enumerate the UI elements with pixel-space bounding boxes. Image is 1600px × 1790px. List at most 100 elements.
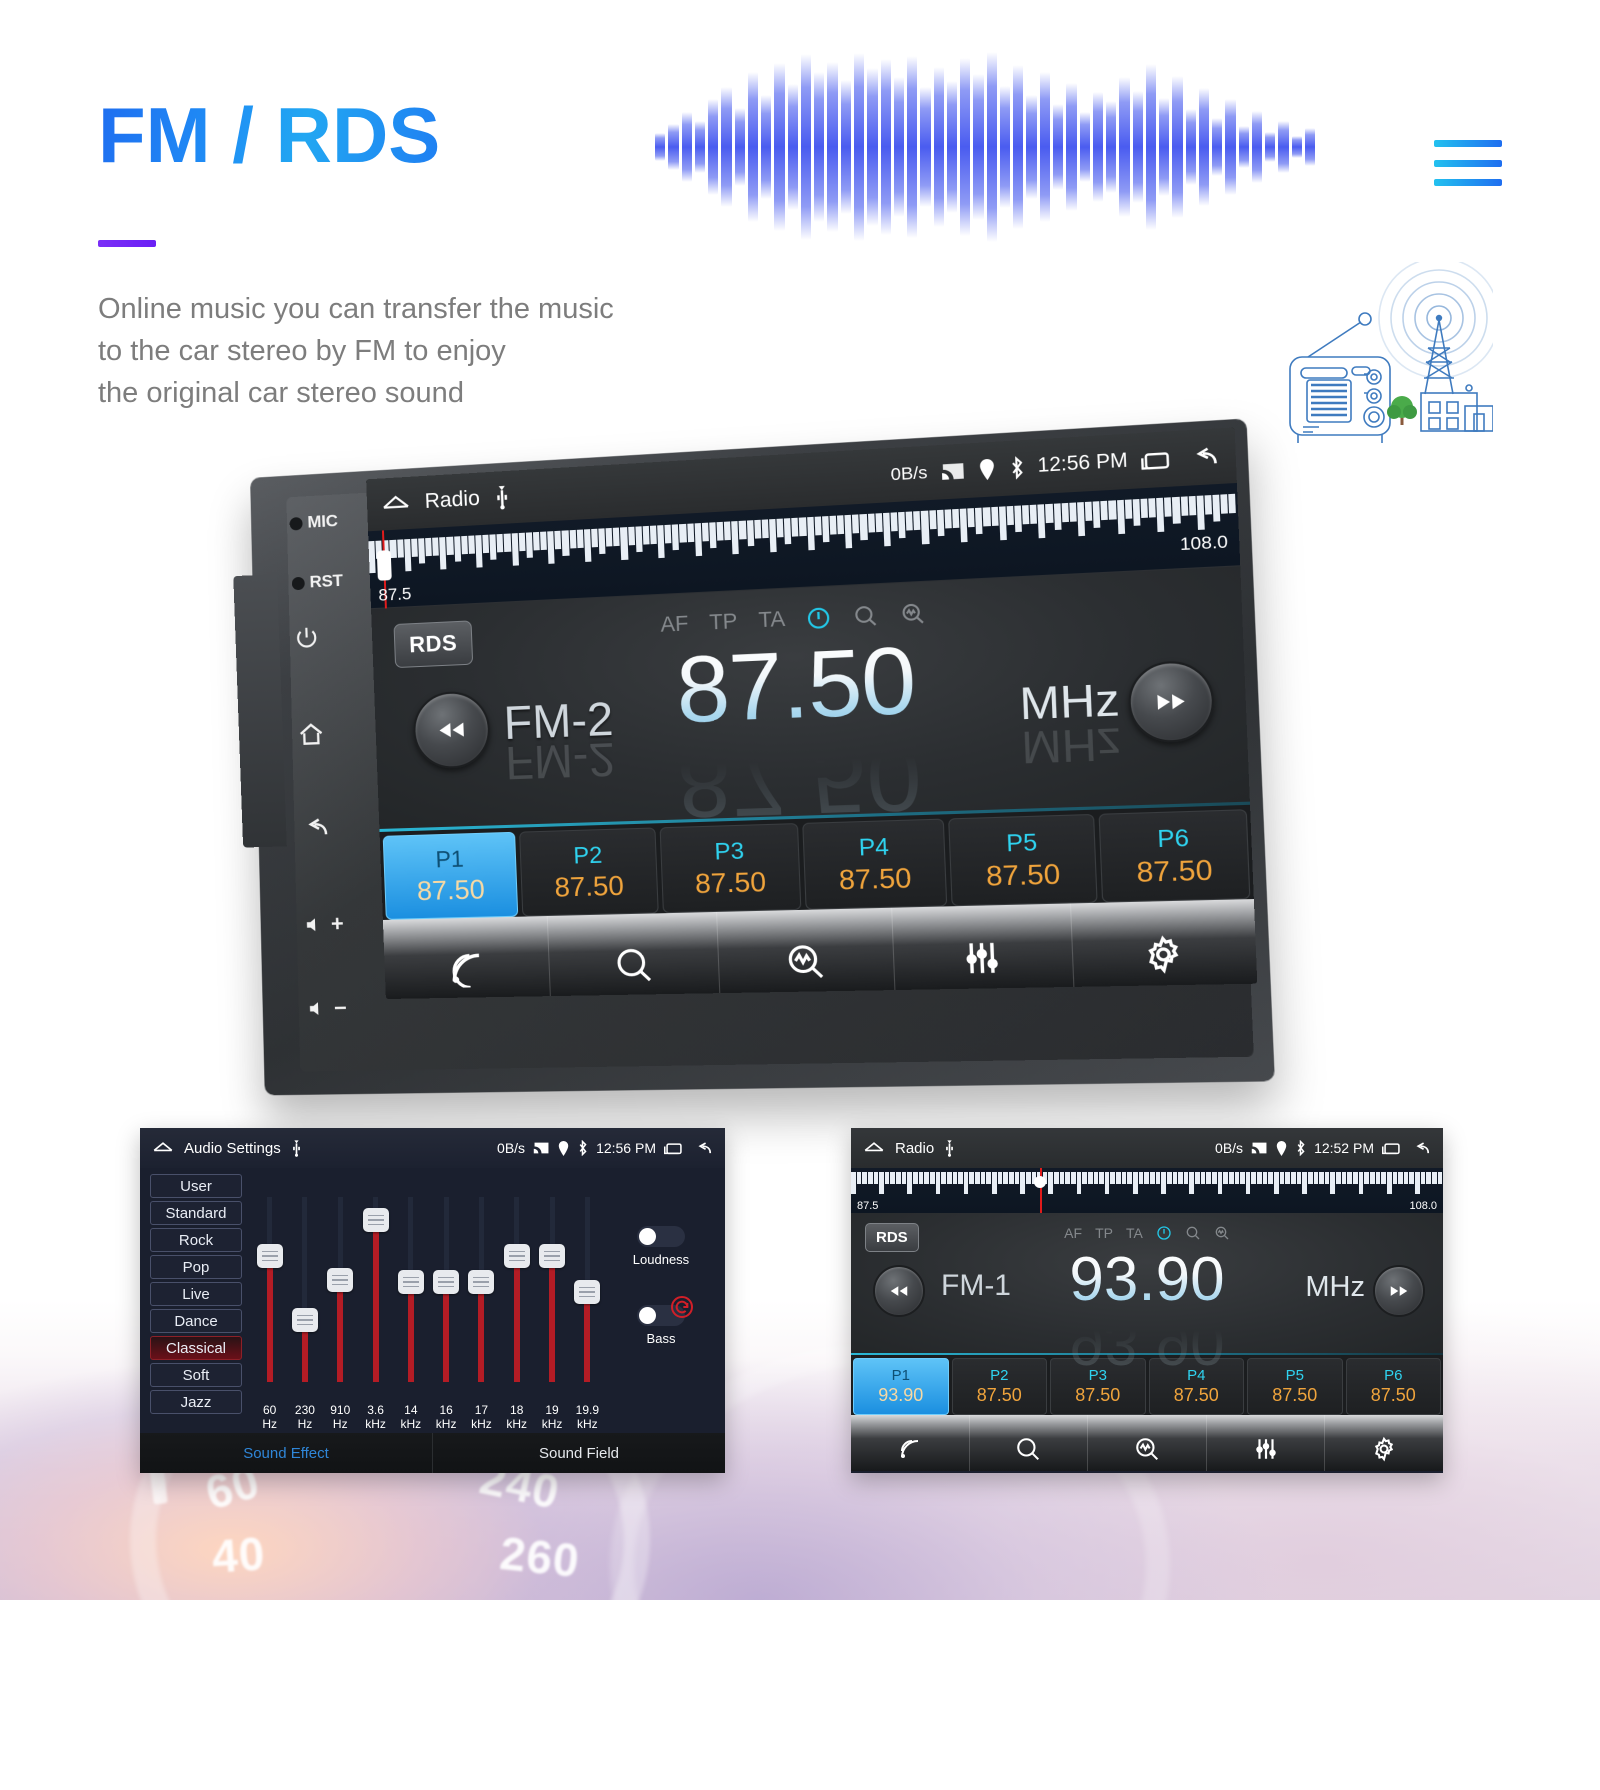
eq-preset-user[interactable]: User bbox=[150, 1174, 242, 1198]
recents-icon[interactable] bbox=[1141, 447, 1173, 472]
power-circle-icon[interactable] bbox=[1156, 1225, 1172, 1241]
power-button[interactable] bbox=[293, 621, 379, 651]
signal-waves-button[interactable] bbox=[851, 1415, 970, 1471]
tuner-tick bbox=[540, 531, 548, 551]
eq-preset-rock[interactable]: Rock bbox=[150, 1228, 242, 1252]
eq-slider-thumb[interactable] bbox=[433, 1270, 460, 1294]
radio-panel-tuner[interactable]: 87.5 108.0 bbox=[851, 1168, 1443, 1213]
search-button[interactable] bbox=[547, 911, 721, 1000]
tp-flag[interactable]: TP bbox=[1095, 1225, 1113, 1241]
eq-preset-live[interactable]: Live bbox=[150, 1282, 242, 1306]
scan-search-button[interactable] bbox=[1088, 1415, 1207, 1471]
scan-search-button[interactable] bbox=[717, 907, 896, 997]
equalizer-button[interactable] bbox=[891, 903, 1075, 994]
eq-slider-16[interactable] bbox=[428, 1182, 463, 1382]
waveform-bar-38 bbox=[1159, 98, 1170, 196]
recents-icon[interactable] bbox=[1382, 1140, 1402, 1156]
tuner-tick bbox=[967, 508, 975, 528]
tuner-tick bbox=[561, 530, 570, 557]
eq-slider-19[interactable] bbox=[534, 1182, 569, 1382]
settings-button[interactable] bbox=[1325, 1415, 1443, 1471]
preset-frequency: 93.90 bbox=[878, 1385, 924, 1405]
eq-preset-soft[interactable]: Soft bbox=[150, 1363, 242, 1387]
tuner-tick bbox=[701, 522, 709, 542]
home-icon[interactable] bbox=[381, 492, 412, 516]
hamburger-menu-icon[interactable] bbox=[1434, 140, 1502, 186]
eq-slider-thumb[interactable] bbox=[574, 1280, 601, 1304]
preset-button-p1[interactable]: P1 87.50 bbox=[382, 831, 519, 920]
audio-settings-panel[interactable]: Audio Settings 0B/s 12:56 PM User Standar… bbox=[140, 1128, 725, 1473]
menu-bar-3 bbox=[1434, 179, 1502, 186]
eq-preset-dance[interactable]: Dance bbox=[150, 1309, 242, 1333]
eq-preset-pop[interactable]: Pop bbox=[150, 1255, 242, 1279]
bass-toggle-wrap[interactable]: Bass bbox=[609, 1305, 713, 1346]
radio-panel-tick bbox=[1172, 1172, 1178, 1184]
af-flag[interactable]: AF bbox=[660, 612, 689, 638]
eq-slider-60[interactable] bbox=[252, 1182, 287, 1382]
radio-panel-tick bbox=[890, 1172, 896, 1184]
scan-search-icon[interactable] bbox=[1214, 1225, 1230, 1241]
eq-slider-14[interactable] bbox=[393, 1182, 428, 1382]
volume-up-button[interactable]: + bbox=[304, 910, 390, 938]
eq-slider-thumb[interactable] bbox=[362, 1208, 389, 1232]
tuner-tick bbox=[975, 507, 983, 535]
back-arrow-icon[interactable] bbox=[1186, 443, 1221, 471]
eq-slider-thumb[interactable] bbox=[539, 1244, 566, 1268]
signal-waves-button[interactable] bbox=[382, 916, 552, 1000]
recents-icon[interactable] bbox=[664, 1140, 684, 1156]
tuner-tick bbox=[583, 529, 592, 562]
tuner-tick bbox=[998, 506, 1007, 541]
eq-band-unit: kHz bbox=[365, 1417, 386, 1431]
tab-sound-field[interactable]: Sound Field bbox=[433, 1433, 725, 1473]
search-icon[interactable] bbox=[1185, 1225, 1201, 1241]
settings-button[interactable] bbox=[1071, 899, 1257, 990]
search-button[interactable] bbox=[970, 1415, 1089, 1471]
tp-flag[interactable]: TP bbox=[709, 610, 738, 636]
ta-flag[interactable]: TA bbox=[758, 607, 786, 633]
eq-preset-jazz[interactable]: Jazz bbox=[150, 1390, 242, 1414]
loudness-toggle[interactable] bbox=[637, 1226, 685, 1247]
eq-slider-thumb[interactable] bbox=[291, 1308, 318, 1332]
scan-search-icon[interactable] bbox=[900, 601, 927, 627]
preset-button-p5[interactable]: P5 87.50 bbox=[948, 813, 1098, 907]
eq-preset-standard[interactable]: Standard bbox=[150, 1201, 242, 1225]
reset-button[interactable]: RST bbox=[291, 569, 378, 593]
back-arrow-icon[interactable] bbox=[1410, 1140, 1431, 1157]
tab-sound-effect[interactable]: Sound Effect bbox=[140, 1433, 433, 1473]
radio-panel-tick bbox=[924, 1172, 929, 1184]
home-icon[interactable] bbox=[863, 1140, 885, 1156]
equalizer-button[interactable] bbox=[1207, 1415, 1326, 1471]
preset-button-p6[interactable]: P6 87.50 bbox=[1098, 809, 1251, 903]
eq-slider-18[interactable] bbox=[499, 1182, 534, 1382]
eq-slider-fill bbox=[266, 1258, 273, 1382]
eq-slider-910[interactable] bbox=[323, 1182, 358, 1382]
mic-button[interactable]: MIC bbox=[289, 509, 375, 534]
eq-preset-classical[interactable]: Classical bbox=[150, 1336, 242, 1360]
eq-slider-17[interactable] bbox=[464, 1182, 499, 1382]
eq-slider-19.9[interactable] bbox=[570, 1182, 605, 1382]
eq-slider-thumb[interactable] bbox=[468, 1270, 495, 1294]
home-icon[interactable] bbox=[152, 1140, 174, 1156]
radio-panel-tick bbox=[992, 1172, 997, 1194]
eq-slider-thumb[interactable] bbox=[327, 1268, 354, 1292]
back-button[interactable] bbox=[300, 814, 386, 843]
loudness-toggle-wrap[interactable]: Loudness bbox=[609, 1226, 713, 1267]
home-button[interactable] bbox=[297, 717, 383, 748]
eq-slider-230[interactable] bbox=[287, 1182, 322, 1382]
power-circle-icon[interactable] bbox=[806, 605, 833, 631]
eq-slider-thumb[interactable] bbox=[397, 1270, 424, 1294]
volume-down-button[interactable]: − bbox=[307, 994, 393, 1022]
af-flag[interactable]: AF bbox=[1064, 1225, 1082, 1241]
tuner-knob[interactable] bbox=[376, 550, 392, 581]
reset-circle-icon[interactable] bbox=[671, 1296, 693, 1318]
eq-slider-thumb[interactable] bbox=[256, 1244, 283, 1268]
eq-slider-3.6[interactable] bbox=[358, 1182, 393, 1382]
preset-button-p2[interactable]: P2 87.50 bbox=[519, 827, 659, 917]
main-touchscreen[interactable]: Radio 0B/s 12:56 PM 87.5 108.0 RDS AF TP… bbox=[366, 427, 1258, 1000]
back-arrow-icon[interactable] bbox=[692, 1140, 713, 1157]
ta-flag[interactable]: TA bbox=[1126, 1225, 1143, 1241]
radio-secondary-panel[interactable]: Radio 0B/s 12:52 PM 87.5 108.0 RDS AF TP… bbox=[851, 1128, 1443, 1473]
search-icon[interactable] bbox=[853, 603, 880, 629]
waveform-bar-11 bbox=[800, 54, 812, 240]
eq-slider-thumb[interactable] bbox=[503, 1244, 530, 1268]
